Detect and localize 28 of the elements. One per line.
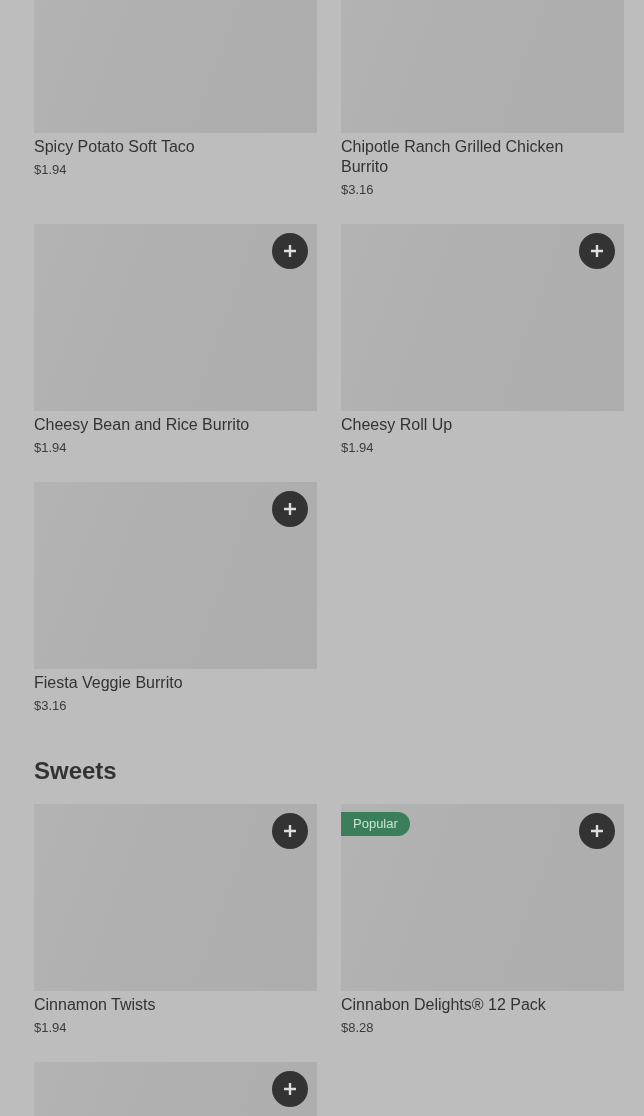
item-name: Chipotle Ranch Grilled Chicken Burrito: [341, 137, 565, 177]
plus-icon: [591, 245, 603, 257]
item-price: $8.28: [341, 1019, 375, 1037]
plus-icon: [284, 503, 296, 515]
add-button[interactable]: [579, 233, 615, 269]
item-name: Cinnamon Twists: [34, 995, 157, 1015]
plus-icon: [284, 245, 296, 257]
add-button[interactable]: [272, 813, 308, 849]
item-name: Cheesy Roll Up: [341, 415, 454, 435]
plus-icon: [284, 1083, 296, 1095]
section-heading: Sweets: [34, 756, 118, 786]
item-price: $1.94: [34, 1019, 68, 1037]
item-name: Cinnabon Delights® 12 Pack: [341, 995, 547, 1015]
item-name: Fiesta Veggie Burrito: [34, 673, 184, 693]
item-price: $1.94: [34, 439, 68, 457]
plus-icon: [591, 825, 603, 837]
item-name: Cheesy Bean and Rice Burrito: [34, 415, 251, 435]
item-name: Spicy Potato Soft Taco: [34, 137, 196, 157]
popular-badge: Popular: [341, 812, 410, 836]
add-button[interactable]: [272, 233, 308, 269]
item-price: $1.94: [341, 439, 375, 457]
add-button[interactable]: [272, 1071, 308, 1107]
add-button[interactable]: [272, 491, 308, 527]
plus-icon: [284, 825, 296, 837]
item-price: $1.94: [34, 161, 68, 179]
item-price: $3.16: [341, 181, 375, 199]
add-button[interactable]: [579, 813, 615, 849]
item-price: $3.16: [34, 697, 68, 715]
